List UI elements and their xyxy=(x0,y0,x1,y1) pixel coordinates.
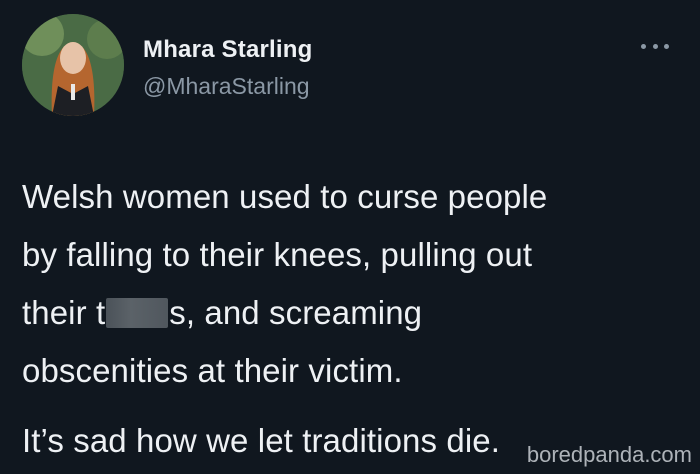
user-names: Mhara Starling @MharaStarling xyxy=(143,36,313,100)
tweet-line-part: s, and screaming xyxy=(169,294,423,331)
tweet-line: by falling to their knees, pulling out xyxy=(22,236,533,273)
tweet-line: their t s, and screaming xyxy=(22,284,682,342)
watermark: boredpanda.com xyxy=(526,442,692,467)
tweet-line-part: their t xyxy=(22,294,106,331)
tweet-line: obscenities at their victim. xyxy=(22,352,403,389)
tweet-line: Welsh women used to curse people xyxy=(22,178,548,215)
censor-block xyxy=(106,298,169,328)
user-handle[interactable]: @MharaStarling xyxy=(143,72,313,100)
avatar[interactable] xyxy=(22,14,124,116)
tweet-card: Mhara Starling @MharaStarling Welsh wome… xyxy=(0,0,700,474)
more-options-icon[interactable] xyxy=(641,38,669,54)
tweet-text: Welsh women used to curse people by fall… xyxy=(22,168,682,470)
display-name[interactable]: Mhara Starling xyxy=(143,36,313,64)
